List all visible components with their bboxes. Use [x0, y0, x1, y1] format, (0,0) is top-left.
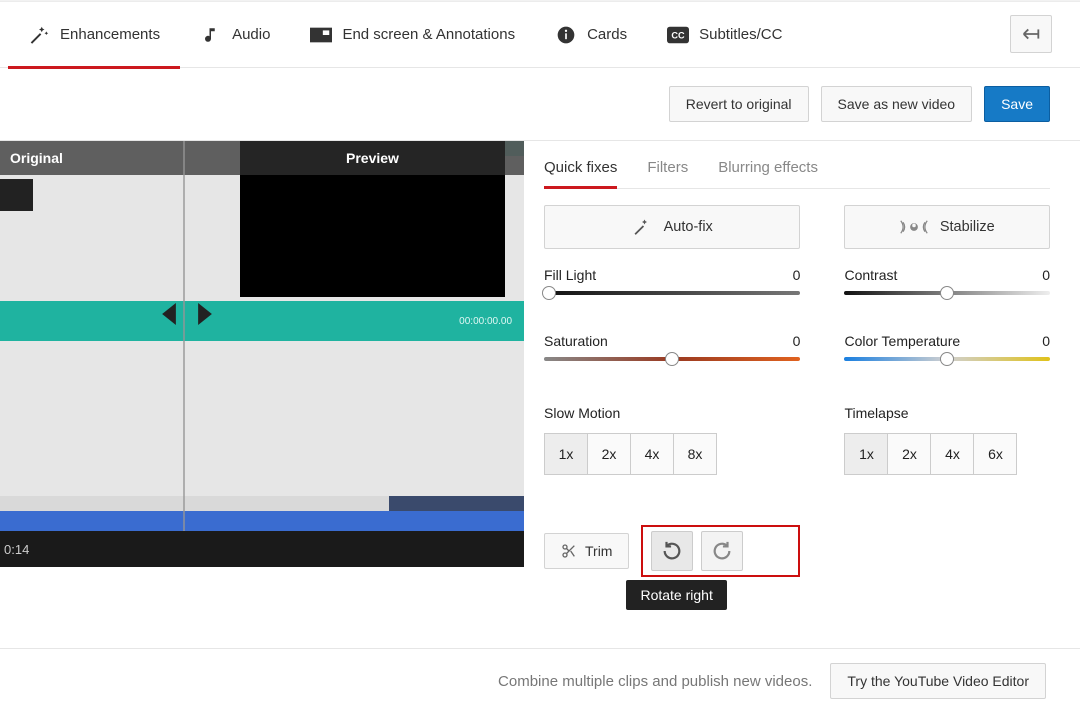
- subtab-blurring[interactable]: Blurring effects: [718, 149, 818, 188]
- subtab-quickfixes[interactable]: Quick fixes: [544, 149, 617, 188]
- tab-audio-label: Audio: [232, 26, 270, 43]
- autofix-label: Auto-fix: [664, 219, 713, 235]
- color-temp-slider[interactable]: [844, 357, 1050, 361]
- wand-icon: [632, 217, 652, 237]
- timelapse-group: 1x 2x 4x 6x: [844, 433, 1050, 475]
- audio-icon: [200, 24, 222, 46]
- preview-divider: [183, 141, 185, 531]
- tab-subtitles-label: Subtitles/CC: [699, 26, 782, 43]
- color-temp-label: Color Temperature: [844, 333, 960, 349]
- rotate-highlight-box: Rotate right: [641, 525, 800, 577]
- saturation-label: Saturation: [544, 333, 608, 349]
- svg-text:CC: CC: [671, 30, 685, 40]
- contrast-label: Contrast: [844, 267, 897, 283]
- timelapse-6x[interactable]: 6x: [973, 433, 1017, 475]
- timelapse-4x[interactable]: 4x: [930, 433, 974, 475]
- timelapse-label: Timelapse: [844, 405, 1050, 421]
- autofix-button[interactable]: Auto-fix: [544, 205, 800, 249]
- preview-timestamp: 0:14: [0, 531, 524, 567]
- slowmo-1x[interactable]: 1x: [544, 433, 588, 475]
- fill-light-slider[interactable]: [544, 291, 800, 295]
- contrast-slider[interactable]: [844, 291, 1050, 295]
- rotate-right-tooltip: Rotate right: [626, 580, 726, 610]
- main-tabs: Enhancements Audio End screen & Annotati…: [0, 2, 1080, 68]
- timelapse-2x[interactable]: 2x: [887, 433, 931, 475]
- video-preview[interactable]: 00:00:00.00 Original Preview 0:14: [0, 141, 524, 567]
- try-editor-button[interactable]: Try the YouTube Video Editor: [830, 663, 1046, 699]
- preview-prev-icon[interactable]: [160, 303, 178, 325]
- preview-next-icon[interactable]: [196, 303, 214, 325]
- cc-icon: CC: [667, 24, 689, 46]
- slowmo-2x[interactable]: 2x: [587, 433, 631, 475]
- revert-button[interactable]: Revert to original: [669, 86, 809, 122]
- subtabs: Quick fixes Filters Blurring effects: [544, 149, 1050, 189]
- saturation-value: 0: [793, 333, 801, 349]
- back-button[interactable]: [1010, 15, 1052, 53]
- tab-endscreen-label: End screen & Annotations: [342, 26, 515, 43]
- tab-cards[interactable]: Cards: [535, 2, 647, 68]
- preview-label: Preview: [346, 150, 399, 166]
- color-temp-value: 0: [1042, 333, 1050, 349]
- save-button[interactable]: Save: [984, 86, 1050, 122]
- wand-icon: [28, 24, 50, 46]
- tab-audio[interactable]: Audio: [180, 2, 290, 68]
- fill-light-value: 0: [793, 267, 801, 283]
- fill-light-label: Fill Light: [544, 267, 596, 283]
- contrast-value: 0: [1042, 267, 1050, 283]
- subtab-filters[interactable]: Filters: [647, 149, 688, 188]
- saturation-slider[interactable]: [544, 357, 800, 361]
- tab-enhancements[interactable]: Enhancements: [8, 2, 180, 68]
- tab-cards-label: Cards: [587, 26, 627, 43]
- scissors-icon: [561, 543, 577, 559]
- footer: Combine multiple clips and publish new v…: [0, 648, 1080, 713]
- stabilize-icon: [900, 218, 928, 236]
- footer-text: Combine multiple clips and publish new v…: [498, 673, 812, 690]
- stabilize-label: Stabilize: [940, 219, 995, 235]
- save-as-new-button[interactable]: Save as new video: [821, 86, 973, 122]
- slowmotion-group: 1x 2x 4x 8x: [544, 433, 800, 475]
- timelapse-1x[interactable]: 1x: [844, 433, 888, 475]
- tab-subtitles[interactable]: CC Subtitles/CC: [647, 2, 802, 68]
- info-icon: [555, 24, 577, 46]
- tab-enhancements-label: Enhancements: [60, 26, 160, 43]
- preview-body: 00:00:00.00: [0, 141, 524, 531]
- rotate-left-button[interactable]: [701, 531, 743, 571]
- endscreen-icon: [310, 24, 332, 46]
- trim-button[interactable]: Trim: [544, 533, 629, 569]
- action-row: Revert to original Save as new video Sav…: [0, 68, 1080, 141]
- stabilize-button[interactable]: Stabilize: [844, 205, 1050, 249]
- original-label: Original: [10, 150, 63, 166]
- rotate-right-button[interactable]: [651, 531, 693, 571]
- tab-endscreen[interactable]: End screen & Annotations: [290, 2, 535, 68]
- slowmotion-label: Slow Motion: [544, 405, 800, 421]
- slowmo-4x[interactable]: 4x: [630, 433, 674, 475]
- preview-header: Original Preview: [0, 141, 524, 175]
- slowmo-8x[interactable]: 8x: [673, 433, 717, 475]
